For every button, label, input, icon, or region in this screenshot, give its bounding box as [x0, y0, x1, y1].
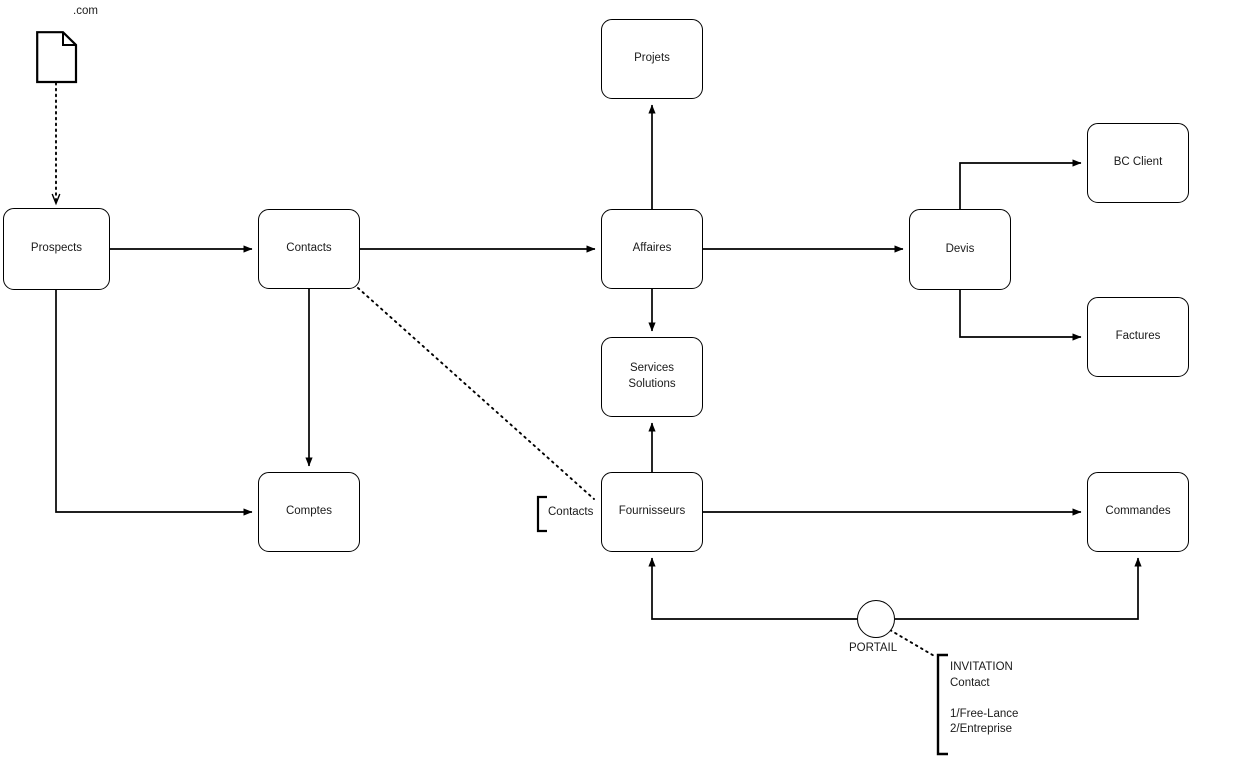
edge-contacts-to-fournisseurs — [357, 287, 595, 500]
node-factures[interactable]: Factures — [1087, 297, 1189, 377]
edge-devis-to-factures — [959, 290, 1082, 341]
node-fournisseurs[interactable]: Fournisseurs — [601, 472, 703, 552]
node-contacts[interactable]: Contacts — [258, 209, 360, 289]
document-icon-label: .com — [73, 5, 98, 17]
node-label-bc-client: BC Client — [1113, 156, 1163, 169]
node-label-fournisseurs: Fournisseurs — [618, 505, 686, 518]
node-label-commandes: Commandes — [1105, 505, 1171, 518]
diagram-canvas: .com Prospects Contacts Comptes Projets … — [0, 0, 1236, 767]
node-affaires[interactable]: Affaires — [601, 209, 703, 289]
node-label-devis: Devis — [945, 242, 975, 255]
bracket-invitation-note — [936, 653, 948, 756]
node-label-portail: PORTAIL — [849, 642, 898, 654]
node-label-contacts: Contacts — [286, 242, 332, 255]
edge-portail-to-commandes — [895, 557, 1142, 620]
node-label-affaires: Affaires — [632, 242, 672, 255]
edge-portail-to-fournisseurs — [648, 557, 857, 620]
bracket-contacts-note — [536, 495, 547, 533]
node-services-solutions[interactable]: Services Solutions — [601, 337, 703, 417]
node-devis[interactable]: Devis — [909, 209, 1011, 290]
edge-devis-to-bcclient — [959, 159, 1082, 209]
node-prospects[interactable]: Prospects — [3, 208, 110, 290]
document-icon — [36, 31, 78, 84]
annotation-invitation-note: INVITATION Contact 1/Free-Lance 2/Entrep… — [950, 661, 1019, 736]
node-label-comptes: Comptes — [285, 505, 333, 518]
node-label-projets: Projets — [634, 52, 670, 65]
node-bc-client[interactable]: BC Client — [1087, 123, 1189, 203]
node-comptes[interactable]: Comptes — [258, 472, 360, 552]
node-label-prospects: Prospects — [30, 242, 83, 255]
edge-prospects-to-comptes — [55, 290, 253, 516]
annotation-contacts-note: Contacts — [548, 506, 594, 518]
node-label-services-solutions: Services Solutions — [628, 362, 676, 390]
node-portail[interactable] — [857, 600, 895, 638]
node-label-factures: Factures — [1115, 330, 1161, 343]
node-projets[interactable]: Projets — [601, 19, 703, 99]
node-commandes[interactable]: Commandes — [1087, 472, 1189, 552]
